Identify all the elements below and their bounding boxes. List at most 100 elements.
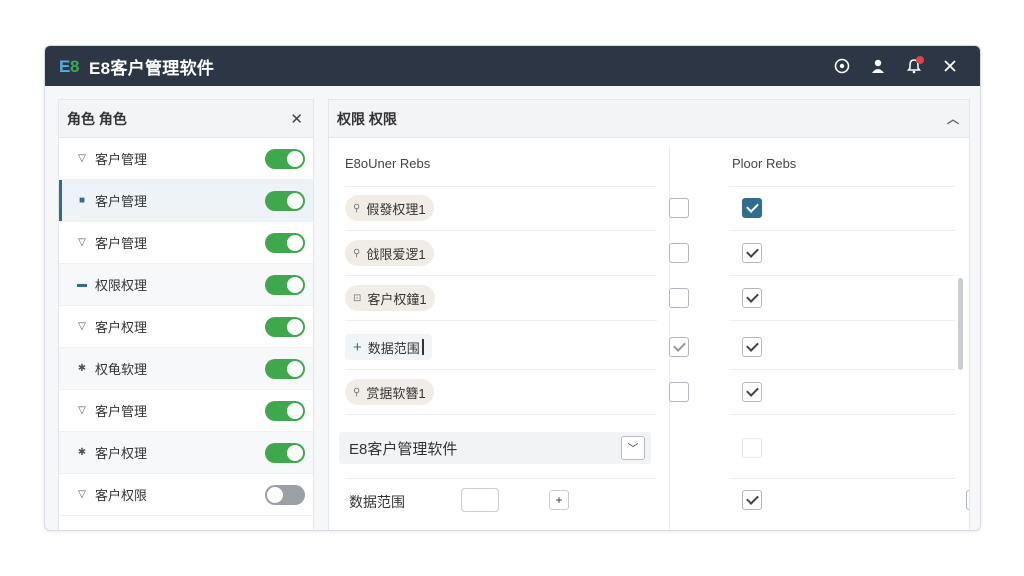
other-permission-checkbox[interactable]	[742, 337, 762, 357]
notification-badge	[916, 56, 924, 64]
owner-permission-checkbox[interactable]	[669, 382, 689, 402]
owner-permission-checkbox[interactable]	[669, 243, 689, 263]
permission-chip[interactable]: + 数据范围	[345, 334, 432, 360]
roles-panel-close-icon[interactable]: ✕	[290, 110, 303, 128]
role-item[interactable]: ■ 客户管理	[59, 180, 313, 222]
role-label: 权龟软理	[95, 362, 148, 377]
role-enabled-toggle[interactable]	[265, 400, 305, 421]
permission-label: 赏据软簪1	[366, 385, 426, 401]
other-permission-checkbox[interactable]	[742, 243, 762, 263]
role-label: 客户权理	[95, 320, 148, 335]
permission-label: 客户权鐘1	[367, 291, 427, 307]
permissions-panel-title: 权限 权限	[337, 110, 397, 127]
flag-icon: ▬	[77, 279, 87, 290]
star-icon: ✱	[77, 447, 87, 458]
role-label: 客户权理	[95, 446, 148, 461]
section-label: E8客户管理软件	[349, 440, 458, 458]
role-enabled-toggle[interactable]	[265, 274, 305, 295]
permissions-panel: 权限 权限 ︿ E8oUner Rebs Ploor Rebs ⚲ 假發权理1 ⚲ 戗…	[328, 99, 970, 530]
permission-chip[interactable]: ⚲ 戗限爱逻1	[345, 240, 434, 266]
role-item[interactable]: ▽ 客户权理	[59, 306, 313, 348]
role-label: 权限权理	[95, 278, 148, 293]
close-icon	[944, 60, 956, 72]
role-list: ▽ 客户管理 ■ 客户管理 ▽ 客户管理 ▬ 权限权理 ▽ 客户权理 ✱ 权龟软理 ▽ 客户管理 ✱ 客户权理…	[59, 138, 313, 516]
svg-text:8: 8	[70, 57, 79, 76]
permission-label: 数据范围	[367, 340, 420, 356]
star-icon: ✱	[77, 363, 87, 374]
role-item[interactable]: ▬ 权限权理	[59, 264, 313, 306]
owner-permission-checkbox[interactable]	[669, 337, 689, 357]
target-icon	[834, 58, 850, 74]
role-item[interactable]: ▽ 客户管理	[59, 138, 313, 180]
owner-permission-checkbox[interactable]	[669, 198, 689, 218]
add-scope-button[interactable]: +	[549, 490, 569, 510]
triangle-down-icon: ▽	[78, 237, 86, 248]
row-divider	[729, 275, 955, 276]
permission-chip[interactable]: ⚲ 假發权理1	[345, 195, 434, 221]
other-permission-checkbox[interactable]	[742, 198, 762, 218]
plus-icon: +	[353, 338, 362, 356]
permission-label: 戗限爱逻1	[366, 246, 426, 262]
row-divider	[345, 320, 657, 321]
svg-text:E: E	[59, 57, 70, 76]
role-item[interactable]: ▽ 客户管理	[59, 390, 313, 432]
permissions-scrollbar[interactable]	[958, 278, 963, 370]
lock-icon: ⊡	[353, 292, 362, 304]
user-icon: ⚲	[353, 247, 361, 259]
roles-panel: 角色 角色 ✕ ▽ 客户管理 ■ 客户管理 ▽ 客户管理 ▬ 权限权理 ▽ 客户权理 ✱ 权龟软理 ▽ 客…	[58, 99, 314, 530]
role-label: 客户管理	[95, 404, 148, 419]
user-button[interactable]	[860, 46, 896, 86]
column-header-owner-roles: E8oUner Rebs	[345, 156, 431, 171]
app-window: E 8 E8客户管理软件 角色 角色 ✕ ▽ 客户管理 ■ 客户管理 ▽ 客户管…	[44, 45, 981, 531]
role-label: 客户权限	[95, 488, 148, 503]
role-enabled-toggle[interactable]	[265, 148, 305, 169]
notifications-button[interactable]	[896, 46, 932, 86]
triangle-down-icon: ▽	[78, 489, 86, 500]
close-window-button[interactable]	[932, 46, 968, 86]
role-item[interactable]: ✱ 权龟软理	[59, 348, 313, 390]
role-label: 客户管理	[95, 152, 148, 167]
row-divider	[729, 230, 955, 231]
role-enabled-toggle[interactable]	[265, 358, 305, 379]
role-label: 客户管理	[95, 194, 148, 209]
column-header-other-roles: Ploor Rebs	[732, 156, 797, 171]
square-icon: ■	[78, 195, 86, 206]
role-item[interactable]: ✱ 客户权理	[59, 432, 313, 474]
section-checkbox-other[interactable]	[742, 438, 762, 458]
permissions-panel-header: 权限 权限 ︿	[329, 100, 969, 138]
row-divider	[345, 230, 657, 231]
section-row[interactable]: E8客户管理软件 ﹀	[339, 432, 651, 464]
section-expand-chevron-icon[interactable]: ﹀	[621, 436, 645, 460]
collapse-chevron-up-icon[interactable]: ︿	[947, 110, 959, 127]
role-item[interactable]: ▽ 客户管理	[59, 222, 313, 264]
roles-panel-title: 角色 角色	[67, 110, 127, 127]
role-item[interactable]: ▽ 客户权限	[59, 474, 313, 516]
row-divider	[345, 478, 657, 479]
scope-checkbox-other[interactable]	[742, 490, 762, 510]
target-button[interactable]	[824, 46, 860, 86]
row-divider	[729, 414, 955, 415]
role-enabled-toggle[interactable]	[265, 484, 305, 505]
user-icon	[872, 59, 884, 73]
permission-chip[interactable]: ⊡ 客户权鐘1	[345, 285, 435, 311]
role-enabled-toggle[interactable]	[265, 232, 305, 253]
role-enabled-toggle[interactable]	[265, 442, 305, 463]
other-permission-checkbox[interactable]	[742, 382, 762, 402]
triangle-down-icon: ▽	[78, 405, 86, 416]
user-icon: ⚲	[353, 386, 361, 398]
permission-label: 假發权理1	[366, 201, 426, 217]
role-enabled-toggle[interactable]	[265, 190, 305, 211]
role-label: 客户管理	[95, 236, 148, 251]
owner-permission-checkbox[interactable]	[669, 288, 689, 308]
scope-input[interactable]	[461, 488, 499, 512]
row-divider	[345, 414, 657, 415]
app-title: E8客户管理软件	[89, 58, 215, 78]
user-icon: ⚲	[353, 202, 361, 214]
scope-label: 数据范围	[349, 494, 405, 510]
header-divider	[345, 186, 657, 187]
scope-checkbox-extra[interactable]	[966, 490, 969, 510]
permission-chip[interactable]: ⚲ 赏据软簪1	[345, 379, 434, 405]
other-permission-checkbox[interactable]	[742, 288, 762, 308]
role-enabled-toggle[interactable]	[265, 316, 305, 337]
text-cursor	[421, 339, 424, 355]
